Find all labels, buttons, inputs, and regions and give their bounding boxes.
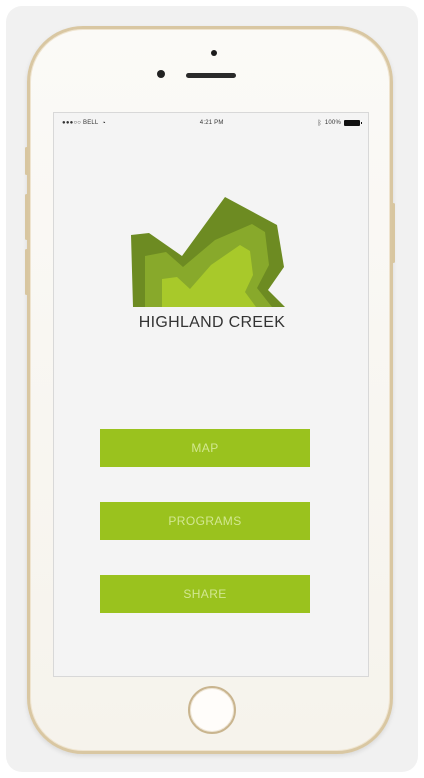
- screenshot-stage: ●●●○○ BELL ◔ 4:21 PM ᛒ 100% HIGHLAND CRE…: [0, 0, 424, 778]
- programs-button-label: PROGRAMS: [168, 514, 242, 528]
- status-time: 4:21 PM: [199, 120, 224, 126]
- app-logo: HIGHLAND CREEK: [117, 193, 307, 335]
- battery-icon: [344, 120, 362, 126]
- side-button-silent[interactable]: [25, 147, 28, 175]
- front-camera: [211, 50, 217, 56]
- wifi-icon: ◔: [101, 119, 106, 127]
- proximity-sensor: [157, 70, 165, 78]
- battery-percent: 100%: [324, 120, 341, 126]
- share-button[interactable]: SHARE: [100, 575, 310, 613]
- bluetooth-icon: ᛒ: [317, 119, 322, 127]
- phone-frame: ●●●○○ BELL ◔ 4:21 PM ᛒ 100% HIGHLAND CRE…: [25, 26, 395, 754]
- map-button[interactable]: MAP: [100, 429, 310, 467]
- earpiece-speaker: [186, 73, 236, 78]
- map-button-label: MAP: [191, 441, 219, 455]
- status-right: ᛒ 100%: [317, 119, 362, 127]
- side-button-volume-down[interactable]: [25, 249, 28, 295]
- app-title: HIGHLAND CREEK: [138, 314, 286, 331]
- programs-button[interactable]: PROGRAMS: [100, 502, 310, 540]
- home-button[interactable]: [188, 686, 236, 734]
- share-button-label: SHARE: [183, 587, 227, 601]
- status-bar: ●●●○○ BELL ◔ 4:21 PM ᛒ 100%: [54, 113, 368, 133]
- side-button-volume-up[interactable]: [25, 194, 28, 240]
- app-screen: ●●●○○ BELL ◔ 4:21 PM ᛒ 100% HIGHLAND CRE…: [53, 112, 369, 677]
- status-left: ●●●○○ BELL ◔: [62, 120, 106, 127]
- power-button[interactable]: [392, 203, 395, 263]
- carrier-label: ●●●○○ BELL: [62, 120, 99, 126]
- mountain-logo-icon: [131, 197, 285, 307]
